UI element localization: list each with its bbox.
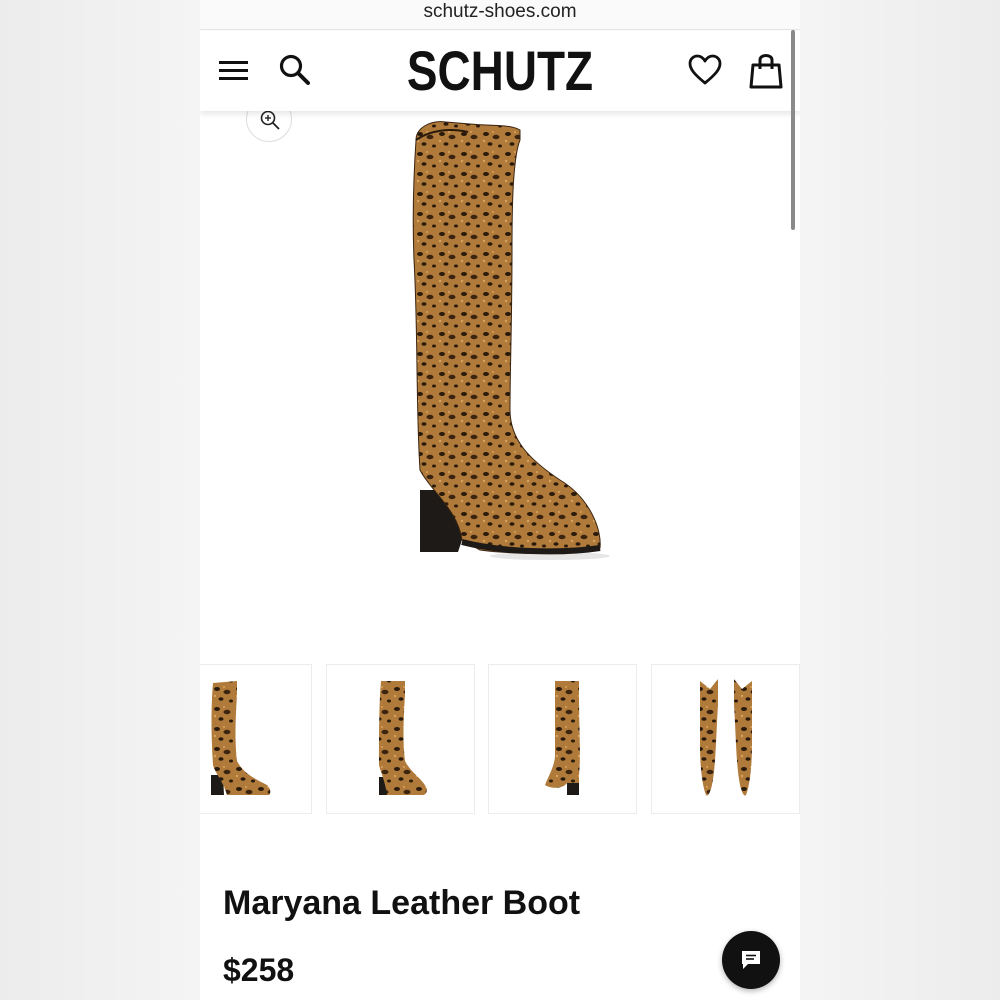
site-header: SCHUTZ [200,31,800,111]
product-title: Maryana Leather Boot [223,884,581,922]
brand-logo[interactable]: SCHUTZ [254,39,746,103]
product-price: $258 [223,952,295,988]
bag-icon[interactable] [749,51,783,89]
main-product-image[interactable] [350,110,670,580]
chat-button[interactable] [722,931,780,989]
mobile-page: schutz-shoes.com SCHUTZ Maryana Leather … [200,0,800,1000]
thumbnail-3[interactable] [488,664,637,814]
thumbnail-4[interactable] [651,664,800,814]
thumbnail-1[interactable] [200,664,312,814]
thumbnail-strip [200,664,800,814]
heart-icon[interactable] [688,53,722,87]
thumbnail-2[interactable] [326,664,475,814]
chat-icon [742,951,760,969]
page-scrollbar[interactable] [791,30,795,230]
zoom-in-icon [260,110,280,130]
page-background-right [800,0,1000,1000]
url-text: schutz-shoes.com [423,1,577,22]
menu-icon[interactable] [219,59,249,83]
page-background-left [0,0,200,1000]
address-bar[interactable]: schutz-shoes.com [200,0,800,30]
